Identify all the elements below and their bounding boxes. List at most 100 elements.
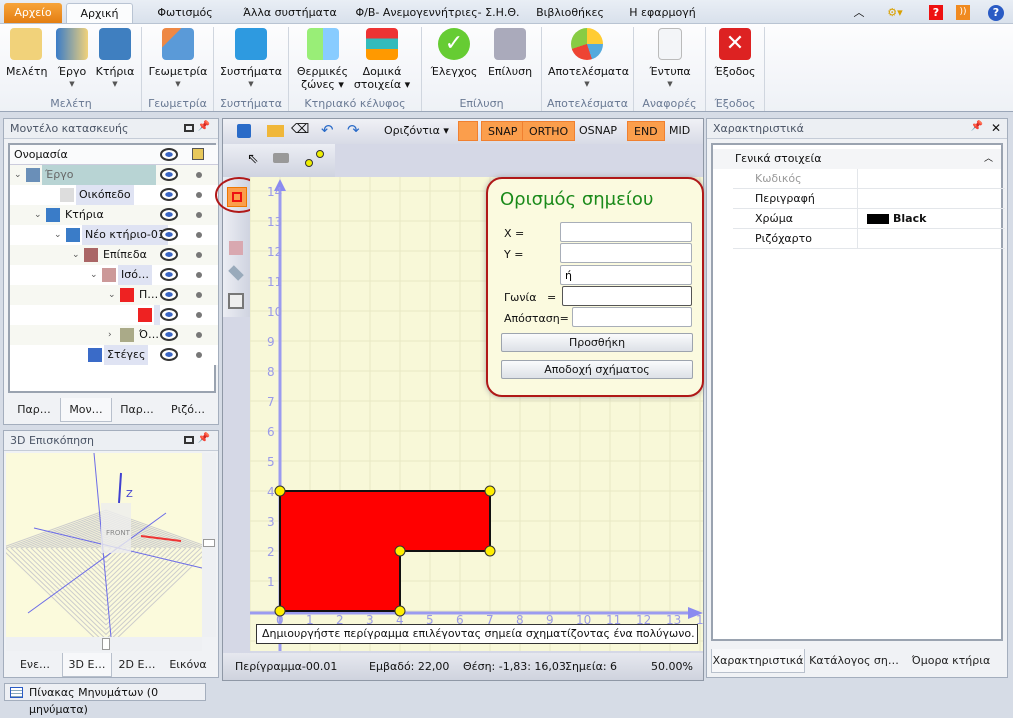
tab-model[interactable]: Μον… [60, 398, 112, 422]
eraser-tool-icon[interactable] [273, 153, 289, 163]
tree-item[interactable]: ⌄ Κτήρια [10, 205, 218, 225]
vertex-point[interactable] [274, 485, 286, 497]
vertex-point[interactable] [394, 605, 406, 617]
tab-points-list[interactable]: Κατάλογος ση… [805, 649, 903, 673]
lock-dot-icon[interactable] [196, 192, 202, 198]
pin-icon[interactable]: 📌 [971, 121, 983, 132]
vertical-scrollbar[interactable] [202, 453, 216, 637]
tab-3d[interactable]: 3D Ε… [62, 653, 112, 677]
tab-2d[interactable]: 2D Ε… [112, 653, 162, 677]
vertex-point[interactable] [484, 545, 496, 557]
tab-home[interactable]: Αρχική [66, 3, 133, 23]
undo-icon[interactable]: ↶ [321, 121, 334, 139]
tree-item[interactable]: ⌄ Νέο κτήριο-01 [10, 225, 218, 245]
tab-lighting[interactable]: Φωτισμός [140, 3, 230, 23]
chevron-down-icon[interactable]: ⌄ [72, 245, 80, 265]
snap-toggle[interactable]: SNAP [481, 121, 525, 141]
vertex-point[interactable] [274, 605, 286, 617]
tree-item[interactable]: ⌄ Ισό… [10, 265, 218, 285]
visibility-eye-icon[interactable] [160, 328, 178, 341]
visibility-eye-icon[interactable] [160, 348, 178, 361]
end-toggle[interactable]: END [627, 121, 665, 141]
eraser-icon[interactable]: ⌫ [291, 122, 309, 137]
visibility-eye-icon[interactable] [160, 308, 178, 321]
tab-application[interactable]: Η εφαρμογή [615, 3, 710, 23]
tree-item[interactable]: Οικόπεδο [10, 185, 218, 205]
visibility-eye-icon[interactable] [160, 228, 178, 241]
lock-icon[interactable] [192, 148, 204, 160]
project-button[interactable]: Έργο ▼ [52, 28, 92, 91]
structural-elements-button[interactable]: Δομικά στοιχεία ▾ [352, 28, 412, 91]
property-row[interactable]: Περιγραφή [733, 189, 1005, 209]
ortho-toggle[interactable]: ORTHO [522, 121, 576, 141]
box-tool-icon[interactable] [229, 241, 243, 255]
tree-item[interactable]: ⌄ Π… [10, 285, 218, 305]
pin-icon[interactable]: 📌 [198, 121, 210, 132]
visibility-header-icon[interactable] [160, 148, 178, 161]
tab-neighbor-buildings[interactable]: Όμορα κτήρια [903, 649, 999, 673]
mid-toggle[interactable]: MID [663, 121, 696, 141]
visibility-eye-icon[interactable] [160, 268, 178, 281]
3d-view[interactable]: Z FRONT [6, 453, 202, 637]
lock-dot-icon[interactable] [196, 272, 202, 278]
tab-param[interactable]: Παρ… [8, 398, 60, 422]
lock-dot-icon[interactable] [196, 212, 202, 218]
tab-other-systems[interactable]: Άλλα συστήματα [230, 3, 350, 23]
collapse-ribbon-icon[interactable]: ︿ [852, 3, 866, 23]
chevron-right-icon[interactable]: › [108, 325, 112, 345]
property-row[interactable]: Χρώμα Black [733, 209, 1005, 229]
study-button[interactable]: Μελέτη [6, 28, 48, 78]
vertex-point[interactable] [394, 545, 406, 557]
distance-input[interactable] [572, 307, 692, 327]
maximize-icon[interactable] [184, 436, 194, 444]
y-input[interactable] [560, 243, 692, 263]
lock-dot-icon[interactable] [196, 332, 202, 338]
or-input[interactable] [560, 265, 692, 285]
messages-panel-button[interactable]: Πίνακας Μηνυμάτων (0 μηνύματα) [4, 683, 206, 716]
x-input[interactable] [560, 222, 692, 242]
close-icon[interactable]: ✕ [991, 121, 1001, 135]
rss-icon[interactable]: )) [956, 5, 970, 20]
vertex-point[interactable] [484, 485, 496, 497]
solve-button[interactable]: Επίλυση [485, 28, 535, 78]
collapse-icon[interactable]: ︿ [984, 149, 993, 169]
property-row[interactable]: Ριζόχαρτο [733, 229, 1005, 249]
tree-item[interactable]: ⌄ Επίπεδα [10, 245, 218, 265]
visibility-eye-icon[interactable] [160, 188, 178, 201]
tab-file[interactable]: Αρχείο [4, 3, 62, 23]
help-red-icon[interactable]: ? [929, 5, 943, 20]
buildings-button[interactable]: Κτήρια ▼ [95, 28, 135, 91]
thermal-zones-button[interactable]: Θερμικές ζώνες ▾ [295, 28, 350, 91]
results-button[interactable]: Αποτελέσματα ▼ [548, 28, 629, 91]
section-header[interactable]: Γενικά στοιχεία ︿ [713, 149, 1001, 169]
lock-dot-icon[interactable] [196, 312, 202, 318]
tab-param2[interactable]: Παρ… [112, 398, 162, 422]
tab-pv[interactable]: Φ/Β- Ανεμογεννήτριες- Σ.Η.Θ. [350, 3, 525, 23]
visibility-eye-icon[interactable] [160, 168, 178, 181]
lock-dot-icon[interactable] [196, 352, 202, 358]
lock-dot-icon[interactable] [196, 292, 202, 298]
systems-button[interactable]: Συστήματα ▼ [220, 28, 282, 91]
horizontal-scrollbar[interactable] [6, 637, 202, 651]
tree-item[interactable]: Στέγες [10, 345, 218, 365]
chevron-down-icon[interactable]: ⌄ [90, 265, 98, 285]
grid-toggle-icon[interactable] [458, 121, 478, 141]
tree-item[interactable]: ⌄ Έργο [10, 165, 218, 185]
chevron-down-icon[interactable]: ⌄ [54, 225, 62, 245]
open-folder-icon[interactable] [267, 125, 284, 137]
visibility-eye-icon[interactable] [160, 208, 178, 221]
chevron-down-icon[interactable]: ⌄ [14, 165, 22, 185]
pin-icon[interactable]: 📌 [198, 433, 210, 444]
pointer-icon[interactable]: ⇖ [247, 151, 259, 167]
grid-tool-icon[interactable] [228, 293, 244, 309]
check-button[interactable]: ✓ Έλεγχος [428, 28, 480, 78]
view-select[interactable]: Οριζόντια ▾ [378, 121, 455, 141]
visibility-eye-icon[interactable] [160, 248, 178, 261]
tab-energy[interactable]: Ενε… [8, 653, 62, 677]
accept-shape-button[interactable]: Αποδοχή σχήματος [501, 360, 693, 379]
lock-dot-icon[interactable] [196, 252, 202, 258]
osnap-toggle[interactable]: OSNAP [573, 121, 623, 141]
save-icon[interactable] [237, 124, 251, 138]
tree-item[interactable] [10, 305, 218, 325]
diamond-tool-icon[interactable] [228, 265, 244, 281]
